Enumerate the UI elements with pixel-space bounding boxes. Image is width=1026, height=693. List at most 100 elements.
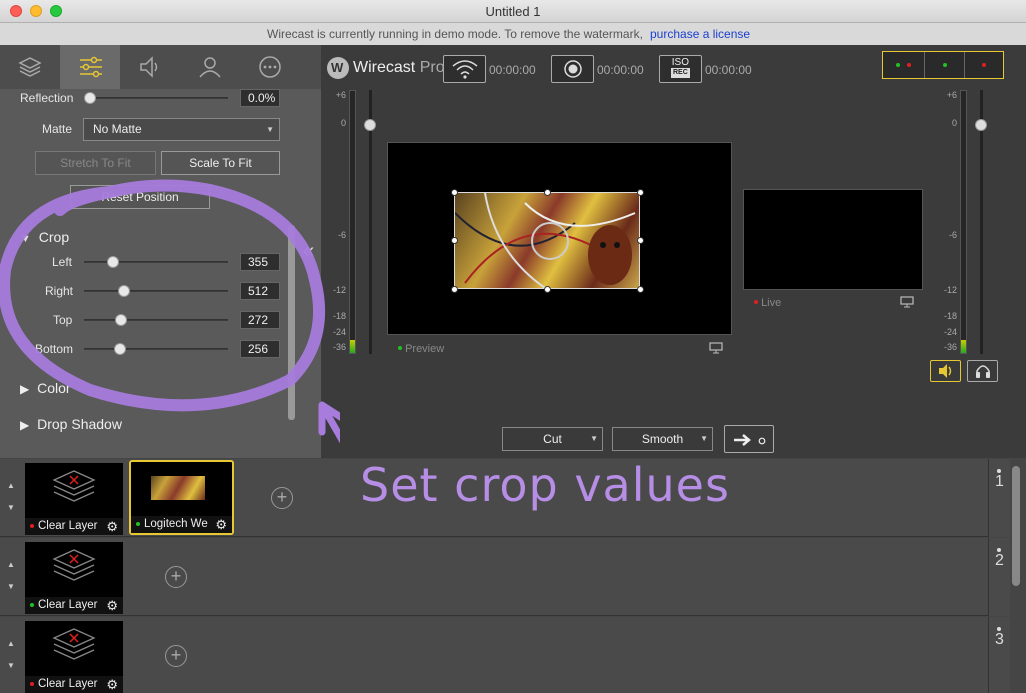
preview-label: Preview bbox=[398, 343, 444, 355]
shot-settings-icon[interactable]: ⚙ bbox=[215, 518, 227, 531]
webcam-shot-image[interactable] bbox=[451, 189, 644, 293]
add-shot-button[interactable]: + bbox=[165, 645, 187, 667]
shot-settings-icon[interactable]: ⚙ bbox=[106, 678, 118, 691]
add-shot-button[interactable]: + bbox=[165, 566, 187, 588]
output-status-1[interactable] bbox=[883, 52, 925, 78]
live-monitor[interactable] bbox=[743, 189, 923, 290]
meter-tick-label: 0 bbox=[951, 118, 957, 128]
preview-monitor-icon[interactable] bbox=[709, 342, 723, 354]
preview-label-text: Preview bbox=[405, 343, 445, 355]
iso-time: 00:00:00 bbox=[705, 63, 752, 77]
move-layer-up-icon[interactable]: ▲ bbox=[7, 481, 15, 490]
matte-select[interactable]: No Matte ▼ bbox=[83, 118, 280, 141]
headphones-button[interactable] bbox=[967, 360, 998, 382]
meter-level bbox=[961, 340, 966, 353]
reflection-slider[interactable] bbox=[84, 97, 228, 99]
shot-status-dot bbox=[30, 603, 34, 607]
selection-handle[interactable] bbox=[451, 237, 458, 244]
annotation-circle bbox=[0, 179, 340, 444]
shot-status-dot bbox=[136, 522, 140, 526]
smooth-transition-select[interactable]: Smooth ▼ bbox=[612, 427, 713, 451]
go-button[interactable] bbox=[724, 425, 774, 453]
monitor-icon bbox=[709, 342, 723, 354]
monitor-icon bbox=[900, 296, 914, 308]
layer-indicator-dot bbox=[997, 548, 1001, 552]
volume-slider-knob[interactable] bbox=[364, 119, 376, 131]
shot-settings-icon[interactable]: ⚙ bbox=[106, 520, 118, 533]
selection-handle[interactable] bbox=[637, 189, 644, 196]
layers-icon bbox=[18, 57, 42, 77]
logo-name: Wirecast bbox=[353, 59, 416, 76]
layer-indicator-dot bbox=[997, 627, 1001, 631]
matte-label: Matte bbox=[42, 122, 73, 136]
purchase-license-link[interactable]: purchase a license bbox=[650, 23, 750, 45]
demo-message: Wirecast is currently running in demo mo… bbox=[267, 27, 643, 41]
webcam-thumbnail-image bbox=[151, 476, 205, 500]
tab-settings[interactable] bbox=[60, 45, 120, 89]
tab-layers[interactable] bbox=[0, 45, 60, 89]
rec-label: REC bbox=[671, 68, 690, 78]
selection-handle[interactable] bbox=[451, 189, 458, 196]
logo-suffix: Pro bbox=[419, 59, 445, 76]
chevron-down-icon: ▼ bbox=[266, 125, 274, 134]
cables-image bbox=[455, 193, 636, 289]
meter-tick-label: +6 bbox=[946, 90, 957, 100]
meter-tick-label: -18 bbox=[943, 311, 957, 321]
selection-handle[interactable] bbox=[637, 286, 644, 293]
move-layer-up-icon[interactable]: ▲ bbox=[7, 560, 15, 569]
shot-thumbnail[interactable]: Clear Layer ⚙ bbox=[25, 621, 123, 693]
window-title: Untitled 1 bbox=[485, 4, 541, 19]
selection-handle[interactable] bbox=[544, 189, 551, 196]
meter-tick-label: -36 bbox=[943, 342, 957, 352]
more-icon bbox=[259, 56, 281, 78]
status-dot-green bbox=[943, 63, 947, 67]
shot-thumbnail[interactable]: Clear Layer ⚙ bbox=[25, 463, 123, 535]
stream-time: 00:00:00 bbox=[489, 63, 536, 77]
meter-bar bbox=[960, 90, 967, 354]
iso-label: ISO bbox=[671, 57, 689, 68]
move-layer-down-icon[interactable]: ▼ bbox=[7, 661, 15, 670]
shot-settings-icon[interactable]: ⚙ bbox=[106, 599, 118, 612]
live-label: Live bbox=[754, 297, 781, 309]
output-status-3[interactable] bbox=[965, 52, 1003, 78]
speaker-button[interactable] bbox=[930, 360, 961, 382]
status-dot-green bbox=[896, 63, 900, 67]
meter-tick-label: 0 bbox=[340, 118, 346, 128]
speaker-icon bbox=[939, 364, 952, 378]
preview-monitor[interactable] bbox=[387, 142, 732, 335]
move-layer-up-icon[interactable]: ▲ bbox=[7, 639, 15, 648]
cut-transition-select[interactable]: Cut ▼ bbox=[502, 427, 603, 451]
move-layer-down-icon[interactable]: ▼ bbox=[7, 503, 15, 512]
status-dot-red bbox=[982, 63, 986, 67]
shot-thumbnail[interactable]: Logitech We ⚙ bbox=[129, 460, 234, 535]
output-status-2[interactable] bbox=[925, 52, 965, 78]
record-button[interactable] bbox=[551, 55, 594, 83]
audio-icon bbox=[140, 56, 158, 78]
record-time: 00:00:00 bbox=[597, 63, 644, 77]
properties-tabs bbox=[0, 45, 321, 89]
live-label-text: Live bbox=[761, 297, 782, 309]
selection-handle[interactable] bbox=[637, 237, 644, 244]
stream-button[interactable] bbox=[443, 55, 486, 83]
selection-handle[interactable] bbox=[544, 286, 551, 293]
reflection-value[interactable]: 0.0% bbox=[240, 89, 280, 107]
reflection-slider-knob[interactable] bbox=[84, 92, 96, 104]
add-shot-button[interactable]: + bbox=[271, 487, 293, 509]
smooth-label: Smooth bbox=[641, 432, 684, 446]
volume-slider-knob[interactable] bbox=[975, 119, 987, 131]
iso-record-button[interactable]: ISO REC bbox=[659, 55, 702, 83]
tab-more[interactable] bbox=[240, 45, 300, 89]
tab-audio[interactable] bbox=[120, 45, 180, 89]
annotation-text: Set crop values bbox=[360, 458, 730, 512]
tab-person[interactable] bbox=[180, 45, 240, 89]
meter-tick-label: -24 bbox=[943, 327, 957, 337]
live-monitor-icon[interactable] bbox=[900, 296, 914, 308]
move-layer-down-icon[interactable]: ▼ bbox=[7, 582, 15, 591]
settings-sliders-icon bbox=[80, 56, 102, 78]
iso-rec-icon: ISO REC bbox=[671, 58, 690, 78]
layers-scrollbar[interactable] bbox=[1012, 466, 1020, 586]
cut-label: Cut bbox=[543, 432, 562, 446]
selection-handle[interactable] bbox=[451, 286, 458, 293]
chevron-down-icon: ▼ bbox=[700, 434, 708, 443]
shot-thumbnail[interactable]: Clear Layer ⚙ bbox=[25, 542, 123, 614]
